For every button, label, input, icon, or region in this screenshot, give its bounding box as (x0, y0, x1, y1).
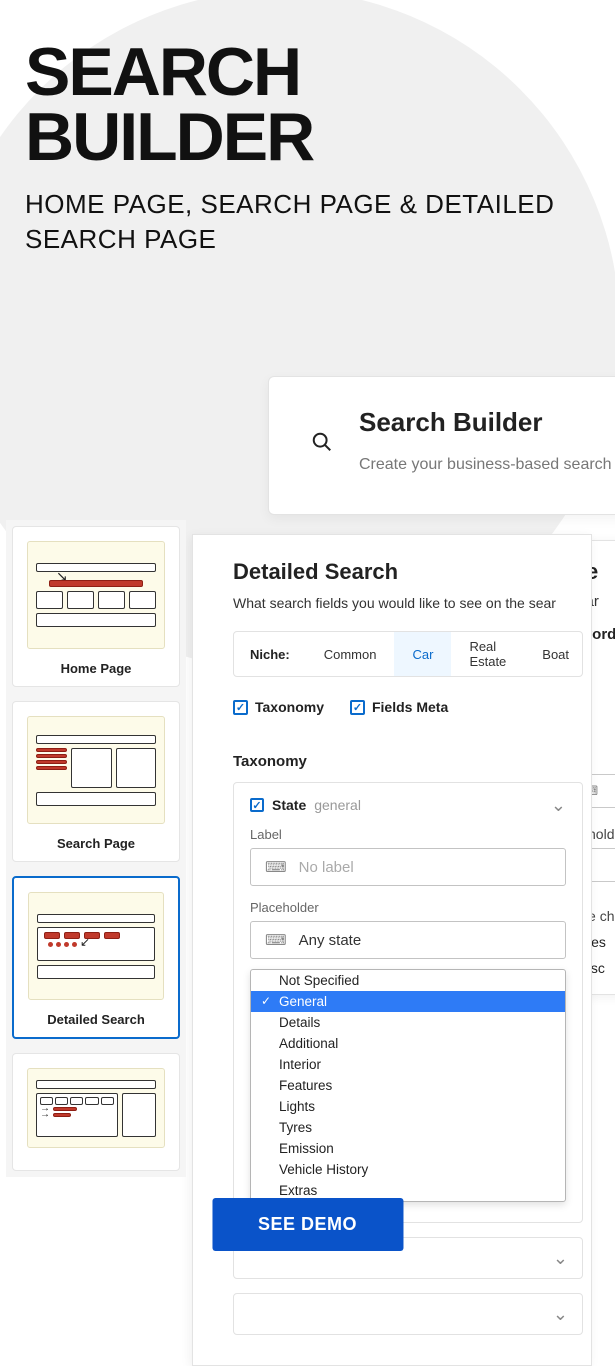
template-thumb: ↙ (28, 892, 164, 1000)
placeholder-input[interactable]: ⌨ Any state (250, 921, 566, 959)
group-dropdown[interactable]: Not Specified General Details Additional… (250, 969, 566, 1202)
chevron-down-icon: ⌄ (553, 1304, 568, 1325)
taxonomy-checkbox[interactable]: ✓ Taxonomy (233, 699, 324, 715)
dropdown-option[interactable]: Vehicle History (251, 1159, 565, 1180)
search-icon (311, 431, 333, 459)
template-detailed-search[interactable]: ↙ Detailed Search (12, 876, 180, 1039)
fields-meta-label: Fields Meta (372, 699, 448, 715)
editor-subtitle: What search fields you would like to see… (233, 595, 583, 611)
dropdown-option[interactable]: Details (251, 1012, 565, 1033)
dropdown-option-selected[interactable]: General (251, 991, 565, 1012)
panel-title: Search Builder (359, 407, 615, 438)
chevron-down-icon: ⌄ (553, 1248, 568, 1269)
tab-boat[interactable]: Boat (524, 632, 583, 676)
template-thumb: → → (27, 1068, 165, 1148)
template-home-page[interactable]: ↘ Home Page (12, 526, 180, 687)
label-placeholder: No label (299, 859, 354, 876)
hero-subtitle: HOME PAGE, SEARCH PAGE & DETAILED SEARCH… (25, 187, 615, 257)
template-label: Home Page (27, 661, 165, 676)
state-card-header[interactable]: ✓ State general ⌄ (250, 797, 566, 813)
keyboard-icon: ⌨ (265, 858, 287, 876)
dropdown-option[interactable]: Additional (251, 1033, 565, 1054)
placeholder-value: Any state (299, 932, 362, 949)
niche-tabs: Niche: Common Car Real Estate Boat (233, 631, 583, 677)
tab-real-estate[interactable]: Real Estate (451, 632, 524, 676)
editor-title: Detailed Search (233, 559, 583, 585)
dropdown-option[interactable]: Interior (251, 1054, 565, 1075)
dropdown-option[interactable]: Features (251, 1075, 565, 1096)
keyboard-icon: ⌨ (265, 931, 287, 949)
placeholder-field-label: Placeholder (250, 900, 566, 915)
state-card: ✓ State general ⌄ Label ⌨ No label Place… (233, 782, 583, 1223)
see-demo-button[interactable]: SEE DEMO (212, 1198, 403, 1251)
label-input[interactable]: ⌨ No label (250, 848, 566, 886)
collapsed-card[interactable]: ⌄ (233, 1293, 583, 1335)
search-builder-panel: Import/Export Search Builder Create your… (268, 376, 615, 515)
tab-car[interactable]: Car (394, 632, 451, 676)
taxonomy-section-title: Taxonomy (233, 753, 583, 770)
template-extra[interactable]: → → (12, 1053, 180, 1171)
state-type: general (314, 797, 361, 813)
tab-common[interactable]: Common (306, 632, 395, 676)
template-label: Detailed Search (28, 1012, 164, 1027)
state-title: State (272, 797, 306, 813)
panel-description: Create your business-based search f (359, 456, 615, 474)
hero-title-2: BUILDER (25, 99, 313, 175)
filter-checkboxes: ✓ Taxonomy ✓ Fields Meta (233, 699, 583, 715)
dropdown-option[interactable]: Emission (251, 1138, 565, 1159)
hero-section: SEARCH BUILDER HOME PAGE, SEARCH PAGE & … (0, 0, 615, 257)
template-label: Search Page (27, 836, 165, 851)
dropdown-option[interactable]: Not Specified (251, 970, 565, 991)
checkbox-icon: ✓ (233, 700, 248, 715)
checkbox-icon: ✓ (350, 700, 365, 715)
checkbox-icon: ✓ (250, 798, 264, 812)
template-thumb (27, 716, 165, 824)
hero-title: SEARCH BUILDER (25, 40, 615, 169)
template-search-page[interactable]: Search Page (12, 701, 180, 862)
template-sidebar: ↘ Home Page Search Page (6, 520, 186, 1177)
dropdown-option[interactable]: Lights (251, 1096, 565, 1117)
template-thumb: ↘ (27, 541, 165, 649)
taxonomy-label: Taxonomy (255, 699, 324, 715)
niche-label: Niche: (234, 647, 306, 662)
dropdown-option[interactable]: Tyres (251, 1117, 565, 1138)
label-field-label: Label (250, 827, 566, 842)
fields-meta-checkbox[interactable]: ✓ Fields Meta (350, 699, 448, 715)
